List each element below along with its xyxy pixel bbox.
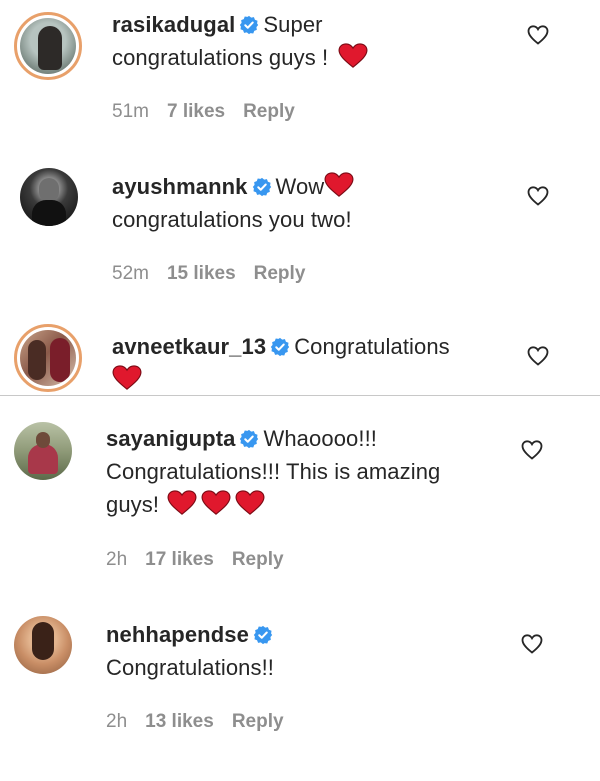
verified-badge-icon [253, 625, 273, 645]
divider [0, 395, 600, 396]
comment-text: ayushmannk Wow congratulations you two! [112, 170, 532, 236]
verified-badge-icon [270, 337, 290, 357]
comment-meta: 51m 7 likes Reply [112, 101, 313, 123]
username[interactable]: rasikadugal [112, 12, 235, 37]
heart-outline-icon[interactable] [520, 438, 544, 462]
comment-body: Whaoooo!!! [263, 426, 377, 451]
timestamp: 2h [106, 711, 128, 732]
username[interactable]: avneetkaur_13 [112, 334, 266, 359]
reply-button[interactable]: Reply [243, 101, 295, 122]
red-heart-emoji [201, 490, 231, 516]
timestamp: 52m [112, 263, 149, 284]
avatar[interactable] [14, 616, 72, 674]
comment-body: Congratulations!!! This is amazing [106, 459, 441, 484]
red-heart-emoji [167, 490, 197, 516]
red-heart-emoji [338, 43, 368, 69]
comment-text: avneetkaur_13 Congratulations [112, 330, 532, 396]
heart-outline-icon[interactable] [526, 344, 550, 368]
comment-body: guys! [106, 492, 160, 517]
username[interactable]: ayushmannk [112, 174, 248, 199]
username[interactable]: nehhapendse [106, 622, 249, 647]
heart-outline-icon[interactable] [520, 632, 544, 656]
comment-body: congratulations you two! [112, 207, 352, 232]
likes-count[interactable]: 7 likes [167, 101, 225, 122]
avatar[interactable] [14, 422, 72, 480]
timestamp: 51m [112, 101, 149, 122]
verified-badge-icon [239, 15, 259, 35]
comment-meta: 2h 17 likes Reply [106, 549, 302, 571]
avatar[interactable] [14, 12, 82, 80]
comment-body: congratulations guys ! [112, 45, 329, 70]
heart-outline-icon[interactable] [526, 23, 550, 47]
comment-text: rasikadugal Super congratulations guys ! [112, 8, 532, 74]
username[interactable]: sayanigupta [106, 426, 235, 451]
red-heart-emoji [112, 365, 142, 391]
reply-button[interactable]: Reply [254, 263, 306, 284]
comment-meta: 52m 15 likes Reply [112, 263, 323, 285]
heart-outline-icon[interactable] [526, 184, 550, 208]
verified-badge-icon [252, 177, 272, 197]
verified-badge-icon [239, 429, 259, 449]
comment-body: Congratulations [294, 334, 450, 359]
red-heart-emoji [324, 172, 354, 198]
likes-count[interactable]: 17 likes [145, 549, 214, 570]
comment-body: Wow [275, 174, 325, 199]
comment-text: nehhapendse Congratulations!! [106, 618, 526, 684]
avatar[interactable] [14, 324, 82, 392]
reply-button[interactable]: Reply [232, 711, 284, 732]
avatar[interactable] [20, 168, 78, 226]
red-heart-emoji [235, 490, 265, 516]
comment-body: Congratulations!! [106, 655, 275, 680]
timestamp: 2h [106, 549, 128, 570]
likes-count[interactable]: 15 likes [167, 263, 236, 284]
likes-count[interactable]: 13 likes [145, 711, 214, 732]
comment-text: sayanigupta Whaoooo!!! Congratulations!!!… [106, 422, 526, 521]
comment-meta: 2h 13 likes Reply [106, 711, 302, 733]
reply-button[interactable]: Reply [232, 549, 284, 570]
comment-body: Super [263, 12, 323, 37]
